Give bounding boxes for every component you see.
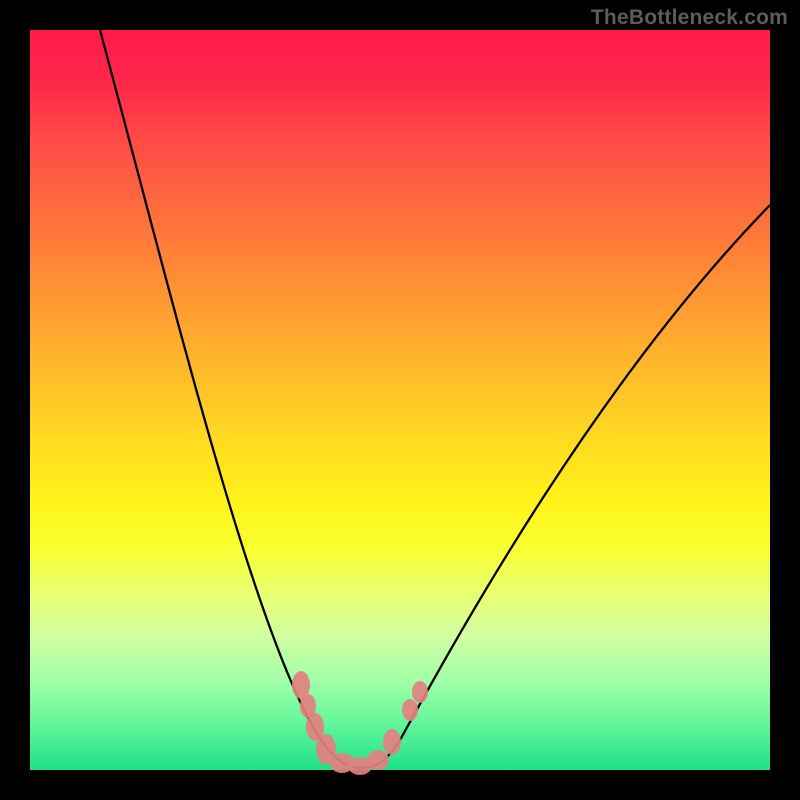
- watermark-text: TheBottleneck.com: [591, 6, 788, 30]
- chart-plot-area: [30, 30, 770, 770]
- curve-marker: [402, 699, 418, 721]
- marker-layer: [292, 671, 428, 775]
- curve-marker: [383, 729, 401, 755]
- curve-marker: [367, 750, 389, 770]
- bottleneck-curve: [100, 30, 770, 768]
- chart-stage: TheBottleneck.com: [0, 0, 800, 800]
- chart-svg: [30, 30, 770, 770]
- curve-marker: [412, 681, 428, 703]
